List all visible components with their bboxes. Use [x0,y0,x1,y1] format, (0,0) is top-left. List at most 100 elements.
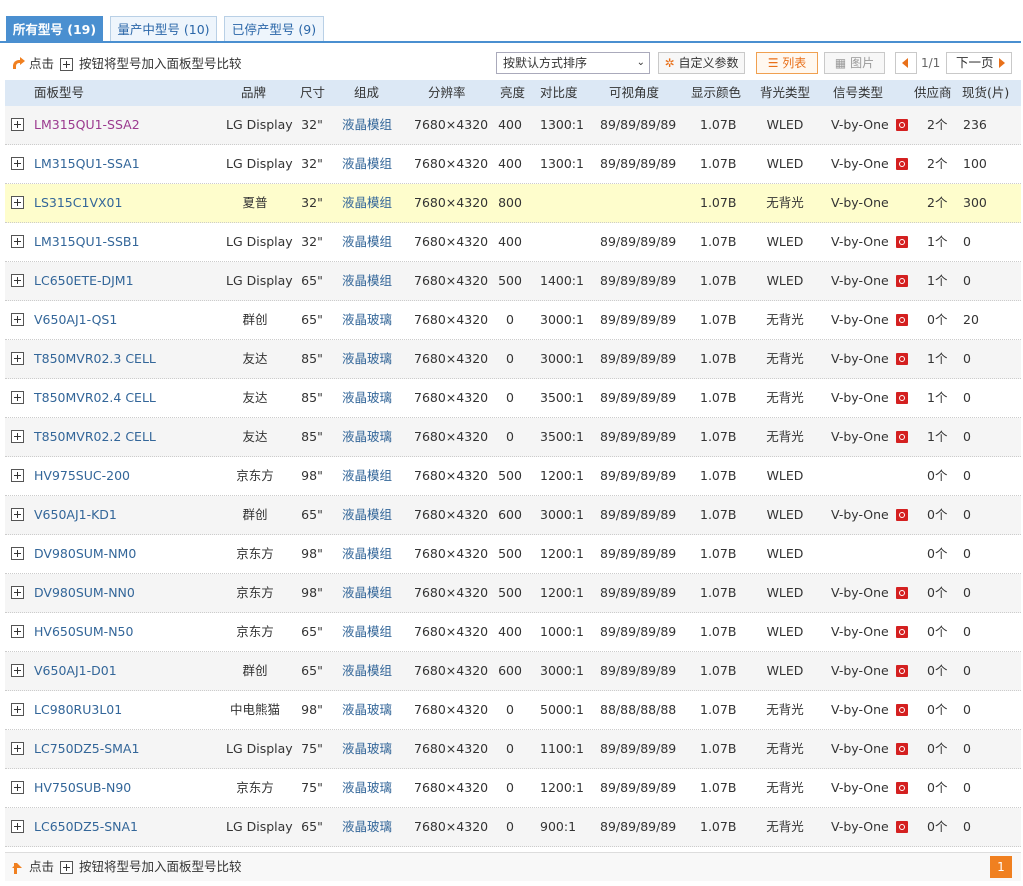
composition-link[interactable]: 液晶模组 [342,145,392,183]
pdf-icon[interactable] [896,392,908,404]
col-display-color[interactable]: 显示颜色 [691,80,741,106]
pdf-icon[interactable] [896,743,908,755]
table-row[interactable]: DV980SUM-NM0 京东方 98" 液晶模组 7680×4320 500 1200:1… [5,535,1021,574]
col-viewing-angle[interactable]: 可视角度 [609,80,659,106]
table-row[interactable]: T850MVR02.3 CELL 友达 85" 液晶玻璃 7680×4320 0 3000:… [5,340,1021,379]
add-compare-plus-icon[interactable] [11,664,24,677]
add-compare-plus-icon[interactable] [11,352,24,365]
table-row[interactable]: HV650SUM-N50 京东方 65" 液晶模组 7680×4320 400 1000:1… [5,613,1021,652]
add-compare-plus-icon[interactable] [11,625,24,638]
composition-link[interactable]: 液晶模组 [342,496,392,534]
model-link[interactable]: LS315C1VX01 [34,184,122,222]
composition-link[interactable]: 液晶模组 [342,613,392,651]
add-compare-plus-icon[interactable] [11,586,24,599]
pdf-icon[interactable] [896,587,908,599]
model-link[interactable]: V650AJ1-KD1 [34,496,117,534]
composition-link[interactable]: 液晶玻璃 [342,769,392,807]
composition-link[interactable]: 液晶玻璃 [342,379,392,417]
add-compare-plus-icon[interactable] [11,508,24,521]
model-link[interactable]: V650AJ1-D01 [34,652,117,690]
col-supplier[interactable]: 供应商 [914,80,952,106]
pdf-icon[interactable] [896,665,908,677]
composition-link[interactable]: 液晶模组 [342,457,392,495]
model-link[interactable]: LC750DZ5-SMA1 [34,730,139,768]
tab-all-models[interactable]: 所有型号 (19) [6,16,103,42]
add-compare-plus-icon[interactable] [11,820,24,833]
prev-page-button[interactable] [895,52,917,74]
model-link[interactable]: LM315QU1-SSA1 [34,145,140,183]
pdf-icon[interactable] [896,314,908,326]
col-resolution[interactable]: 分辨率 [428,80,466,106]
pdf-icon[interactable] [896,236,908,248]
model-link[interactable]: HV975SUC-200 [34,457,130,495]
custom-params-button[interactable]: ✲ 自定义参数 [658,52,745,74]
col-backlight[interactable]: 背光类型 [760,80,810,106]
table-row[interactable]: LC650ETE-DJM1 LG Display 65" 液晶模组 7680×4320 5… [5,262,1021,301]
add-compare-plus-icon[interactable] [11,313,24,326]
table-row[interactable]: LM315QU1-SSA1 LG Display 32" 液晶模组 7680×4320 4… [5,145,1021,184]
model-link[interactable]: LC650ETE-DJM1 [34,262,134,300]
table-row[interactable]: HV750SUB-N90 京东方 75" 液晶玻璃 7680×4320 0 1200:1 89… [5,769,1021,808]
composition-link[interactable]: 液晶模组 [342,223,392,261]
col-model[interactable]: 面板型号 [34,80,84,106]
model-link[interactable]: HV650SUM-N50 [34,613,133,651]
add-compare-plus-icon[interactable] [11,547,24,560]
model-link[interactable]: DV980SUM-NM0 [34,535,136,573]
page-1-button[interactable]: 1 [990,856,1012,878]
composition-link[interactable]: 液晶玻璃 [342,730,392,768]
pdf-icon[interactable] [896,821,908,833]
composition-link[interactable]: 液晶模组 [342,262,392,300]
model-link[interactable]: LM315QU1-SSA2 [34,106,140,144]
pdf-icon[interactable] [896,626,908,638]
add-compare-plus-icon[interactable] [11,430,24,443]
model-link[interactable]: HV750SUB-N90 [34,769,131,807]
list-view-button[interactable]: ☰ 列表 [756,52,818,74]
composition-link[interactable]: 液晶玻璃 [342,808,392,846]
table-row[interactable]: T850MVR02.2 CELL 友达 85" 液晶玻璃 7680×4320 0 3500:… [5,418,1021,457]
pdf-icon[interactable] [896,158,908,170]
add-compare-plus-icon[interactable] [11,742,24,755]
table-row[interactable]: LM315QU1-SSA2 LG Display 32" 液晶模组 7680×4320 4… [5,106,1021,145]
add-compare-plus-icon[interactable] [11,235,24,248]
next-page-button[interactable]: 下一页 [946,52,1012,74]
add-compare-plus-icon[interactable] [11,469,24,482]
add-compare-plus-icon[interactable] [11,118,24,131]
table-row[interactable]: HV975SUC-200 京东方 98" 液晶模组 7680×4320 500 1200:1… [5,457,1021,496]
image-view-button[interactable]: ▦ 图片 [824,52,885,74]
composition-link[interactable]: 液晶模组 [342,652,392,690]
table-row[interactable]: V650AJ1-QS1 群创 65" 液晶玻璃 7680×4320 0 3000:1 89/8… [5,301,1021,340]
pdf-icon[interactable] [896,782,908,794]
model-link[interactable]: LM315QU1-SSB1 [34,223,139,261]
tab-discontinued[interactable]: 已停产型号 (9) [224,16,324,42]
add-compare-plus-icon[interactable] [11,274,24,287]
composition-link[interactable]: 液晶玻璃 [342,340,392,378]
col-brand[interactable]: 品牌 [241,80,266,106]
composition-link[interactable]: 液晶模组 [342,574,392,612]
composition-link[interactable]: 液晶玻璃 [342,691,392,729]
model-link[interactable]: T850MVR02.2 CELL [34,418,156,456]
pdf-icon[interactable] [896,119,908,131]
pdf-icon[interactable] [896,431,908,443]
model-link[interactable]: T850MVR02.3 CELL [34,340,156,378]
model-link[interactable]: LC650DZ5-SNA1 [34,808,138,846]
table-row[interactable]: LC980RU3L01 中电熊猫 98" 液晶玻璃 7680×4320 0 5000:1 88… [5,691,1021,730]
composition-link[interactable]: 液晶模组 [342,535,392,573]
table-row[interactable]: LC750DZ5-SMA1 LG Display 75" 液晶玻璃 7680×4320 0… [5,730,1021,769]
model-link[interactable]: T850MVR02.4 CELL [34,379,156,417]
table-row[interactable]: V650AJ1-D01 群创 65" 液晶模组 7680×4320 600 3000:1 89… [5,652,1021,691]
table-row[interactable]: T850MVR02.4 CELL 友达 85" 液晶玻璃 7680×4320 0 3500:… [5,379,1021,418]
composition-link[interactable]: 液晶模组 [342,184,392,222]
composition-link[interactable]: 液晶模组 [342,106,392,144]
sort-select[interactable]: 按默认方式排序 ⌄ [496,52,650,74]
col-brightness[interactable]: 亮度 [500,80,525,106]
col-signal[interactable]: 信号类型 [833,80,883,106]
pdf-icon[interactable] [896,275,908,287]
table-row[interactable]: DV980SUM-NN0 京东方 98" 液晶模组 7680×4320 500 1200:1… [5,574,1021,613]
add-compare-plus-icon[interactable] [11,391,24,404]
table-row[interactable]: V650AJ1-KD1 群创 65" 液晶模组 7680×4320 600 3000:1 89… [5,496,1021,535]
add-compare-plus-icon[interactable] [11,703,24,716]
add-compare-plus-icon[interactable] [11,781,24,794]
col-contrast[interactable]: 对比度 [540,80,578,106]
composition-link[interactable]: 液晶玻璃 [342,301,392,339]
pdf-icon[interactable] [896,509,908,521]
